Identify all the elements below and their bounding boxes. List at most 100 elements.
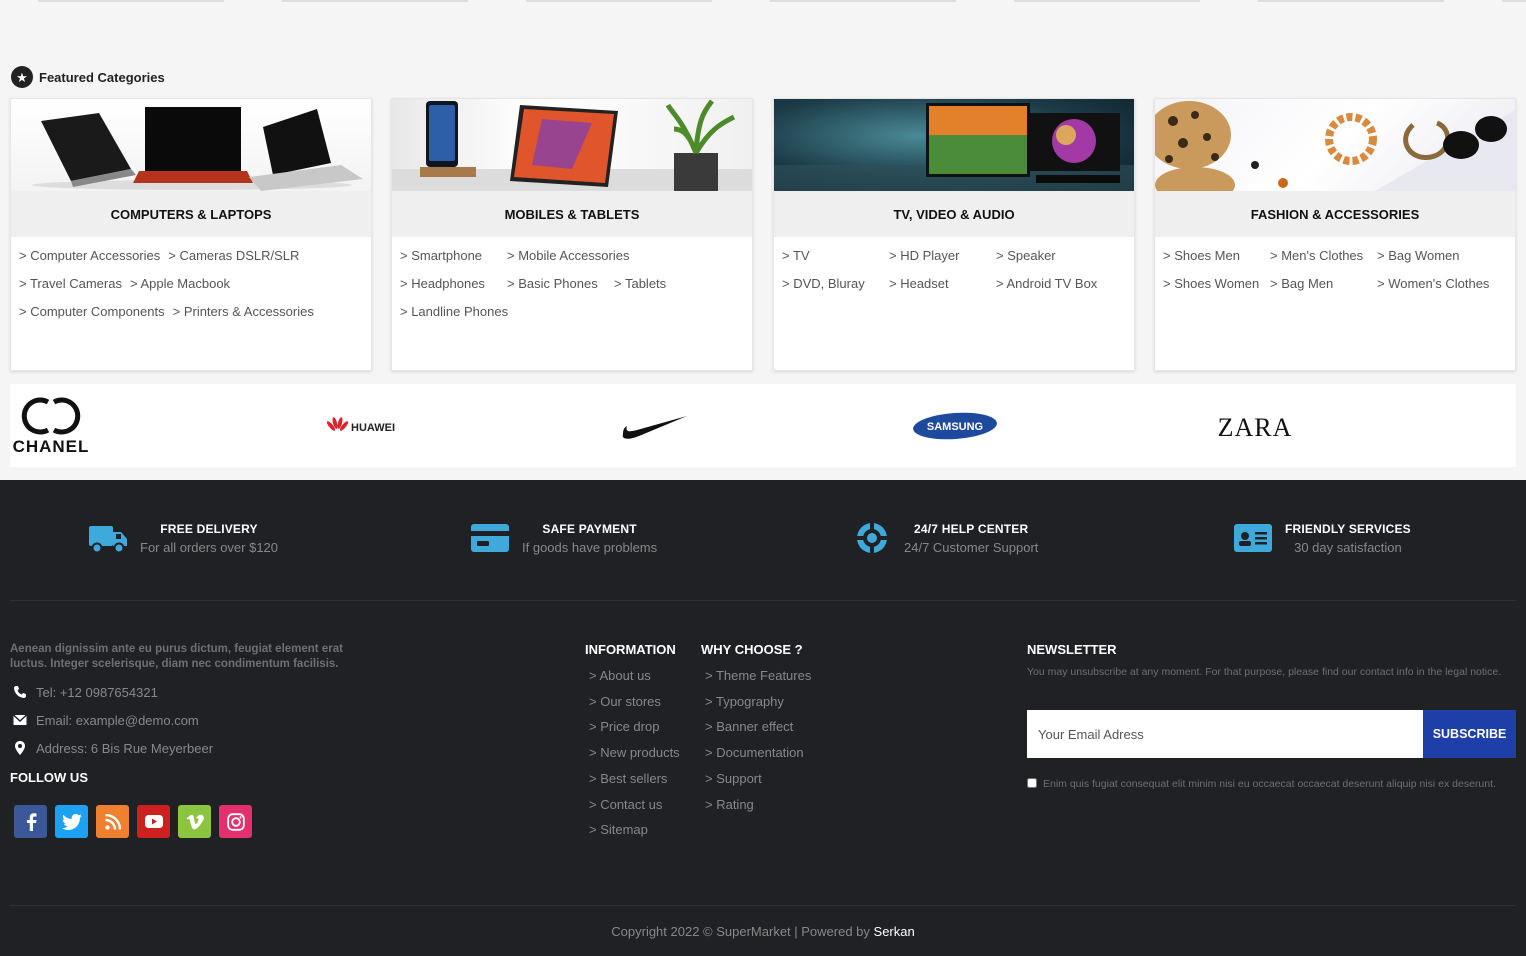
category-link[interactable]: > Mobile Accessories: [507, 247, 640, 265]
category-link[interactable]: > Bag Women: [1377, 247, 1484, 265]
featured-categories-title: Featured Categories: [39, 69, 165, 85]
category-link[interactable]: > Travel Cameras: [19, 275, 122, 293]
category-link[interactable]: > Headphones: [400, 275, 507, 293]
lifebuoy-icon: [852, 520, 892, 556]
footer-link-banner-effect[interactable]: > Banner effect: [705, 714, 811, 740]
service-title: 24/7 HELP CENTER: [914, 521, 1029, 536]
contact-phone-text: Tel: +12 0987654321: [36, 684, 158, 700]
service-subtitle: 30 day satisfaction: [1294, 539, 1402, 555]
information-links: > About us > Our stores > Price drop > N…: [589, 663, 680, 843]
category-card-computers: COMPUTERS & LAPTOPS > Computer Accessori…: [10, 98, 372, 371]
about-text: Aenean dignissim ante eu purus dictum, f…: [10, 643, 343, 670]
category-link[interactable]: > Women's Clothes: [1377, 275, 1489, 293]
category-title-fashion[interactable]: FASHION & ACCESSORIES: [1155, 191, 1515, 237]
services-bar: FREE DELIVERY For all orders over $120 S…: [0, 480, 1526, 600]
instagram-icon[interactable]: [219, 805, 252, 838]
category-link[interactable]: > Landline Phones: [400, 303, 508, 321]
nike-logo[interactable]: [615, 384, 695, 467]
contact-email: Email: example@demo.com: [12, 712, 199, 728]
category-link[interactable]: > Basic Phones: [507, 275, 614, 293]
footer: FREE DELIVERY For all orders over $120 S…: [0, 480, 1526, 956]
tv-image[interactable]: [774, 99, 1134, 191]
subscribe-button[interactable]: SUBSCRIBE: [1423, 710, 1516, 758]
facebook-icon[interactable]: [14, 805, 47, 838]
service-subtitle: 24/7 Customer Support: [904, 539, 1039, 555]
newsletter-description: You may unsubscribe at any moment. For t…: [1027, 666, 1502, 678]
contact-address: Address: 6 Bis Rue Meyerbeer: [12, 740, 213, 756]
footer-link-price-drop[interactable]: > Price drop: [589, 714, 680, 740]
fashion-image[interactable]: [1155, 99, 1515, 191]
category-links-fashion: > Shoes Men > Men's Clothes > Bag Women …: [1155, 237, 1515, 293]
category-link[interactable]: > Bag Men: [1270, 275, 1377, 293]
svg-text:SAMSUNG: SAMSUNG: [927, 421, 983, 433]
service-subtitle: If goods have problems: [522, 539, 658, 555]
category-cards: COMPUTERS & LAPTOPS > Computer Accessori…: [10, 98, 1516, 371]
category-link[interactable]: > Shoes Women: [1163, 275, 1270, 293]
footer-link-new-products[interactable]: > New products: [589, 740, 680, 766]
category-card-tv: TV, VIDEO & AUDIO > TV > HD Player > Spe…: [773, 98, 1135, 371]
footer-link-theme-features[interactable]: > Theme Features: [705, 663, 811, 689]
star-icon: ★: [11, 66, 33, 88]
category-link[interactable]: > HD Player: [889, 247, 996, 265]
category-link[interactable]: > Computer Components: [19, 303, 165, 321]
category-title-tv[interactable]: TV, VIDEO & AUDIO: [774, 191, 1134, 237]
samsung-logo[interactable]: SAMSUNG: [910, 384, 1000, 467]
rss-icon[interactable]: [96, 805, 129, 838]
zara-logo[interactable]: ZARA: [1210, 384, 1300, 467]
follow-us-title: FOLLOW US: [10, 770, 88, 785]
mobiles-image[interactable]: [392, 99, 752, 191]
category-links-tv: > TV > HD Player > Speaker > DVD, Bluray…: [774, 237, 1134, 293]
svg-text:HUAWEI: HUAWEI: [351, 422, 395, 434]
category-link[interactable]: > DVD, Bluray: [782, 275, 889, 293]
twitter-icon[interactable]: [55, 805, 88, 838]
category-link[interactable]: > Shoes Men: [1163, 247, 1270, 265]
truck-icon: [88, 520, 128, 556]
newsletter-email-input[interactable]: [1027, 710, 1423, 758]
category-link[interactable]: > Smartphone: [400, 247, 507, 265]
newsletter-consent: Enim quis fugiat consequat elit minim ni…: [1027, 774, 1497, 794]
map-pin-icon: [12, 740, 28, 756]
category-link[interactable]: > Printers & Accessories: [173, 303, 314, 321]
footer-link-rating[interactable]: > Rating: [705, 792, 811, 818]
copyright-text: Copyright 2022 © SuperMarket | Powered b…: [611, 924, 874, 939]
newsletter-title: NEWSLETTER: [1027, 642, 1117, 657]
category-link[interactable]: > Apple Macbook: [130, 275, 230, 293]
category-link[interactable]: > Men's Clothes: [1270, 247, 1377, 265]
footer-link-support[interactable]: > Support: [705, 766, 811, 792]
why-choose-links: > Theme Features > Typography > Banner e…: [705, 663, 811, 817]
footer-link-documentation[interactable]: > Documentation: [705, 740, 811, 766]
svg-text:ZARA: ZARA: [1218, 413, 1293, 441]
computers-image[interactable]: [11, 99, 371, 191]
youtube-icon[interactable]: [137, 805, 170, 838]
svg-text:CHANEL: CHANEL: [13, 437, 90, 456]
footer-link-sitemap[interactable]: > Sitemap: [589, 817, 680, 843]
category-title-mobiles[interactable]: MOBILES & TABLETS: [392, 191, 752, 237]
copyright: Copyright 2022 © SuperMarket | Powered b…: [0, 924, 1526, 939]
category-title-computers[interactable]: COMPUTERS & LAPTOPS: [11, 191, 371, 237]
service-title: FREE DELIVERY: [160, 521, 258, 536]
service-subtitle: For all orders over $120: [140, 539, 279, 555]
category-link[interactable]: > TV: [782, 247, 889, 265]
category-link[interactable]: > Cameras DSLR/SLR: [168, 247, 299, 265]
footer-link-typography[interactable]: > Typography: [705, 689, 811, 715]
service-safe-payment: SAFE PAYMENT If goods have problems: [470, 520, 657, 556]
copyright-author-link[interactable]: Serkan: [874, 924, 915, 939]
footer-link-about-us[interactable]: > About us: [589, 663, 680, 689]
consent-checkbox[interactable]: [1027, 778, 1037, 788]
huawei-logo[interactable]: HUAWEI: [320, 384, 410, 467]
credit-card-icon: [470, 520, 510, 556]
category-link[interactable]: > Headset: [889, 275, 996, 293]
category-card-mobiles: MOBILES & TABLETS > Smartphone > Mobile …: [391, 98, 753, 371]
footer-link-contact-us[interactable]: > Contact us: [589, 792, 680, 818]
category-link[interactable]: > Speaker: [996, 247, 1103, 265]
footer-link-best-sellers[interactable]: > Best sellers: [589, 766, 680, 792]
category-link[interactable]: > Android TV Box: [996, 275, 1103, 293]
category-link[interactable]: > Computer Accessories: [19, 247, 160, 265]
chanel-logo[interactable]: CHANEL: [10, 384, 92, 467]
information-title: INFORMATION: [585, 642, 676, 657]
category-link[interactable]: > Tablets: [614, 275, 721, 293]
service-title: FRIENDLY SERVICES: [1285, 521, 1411, 536]
service-help-center: 24/7 HELP CENTER 24/7 Customer Support: [852, 520, 1038, 556]
footer-link-our-stores[interactable]: > Our stores: [589, 689, 680, 715]
vimeo-icon[interactable]: [178, 805, 211, 838]
